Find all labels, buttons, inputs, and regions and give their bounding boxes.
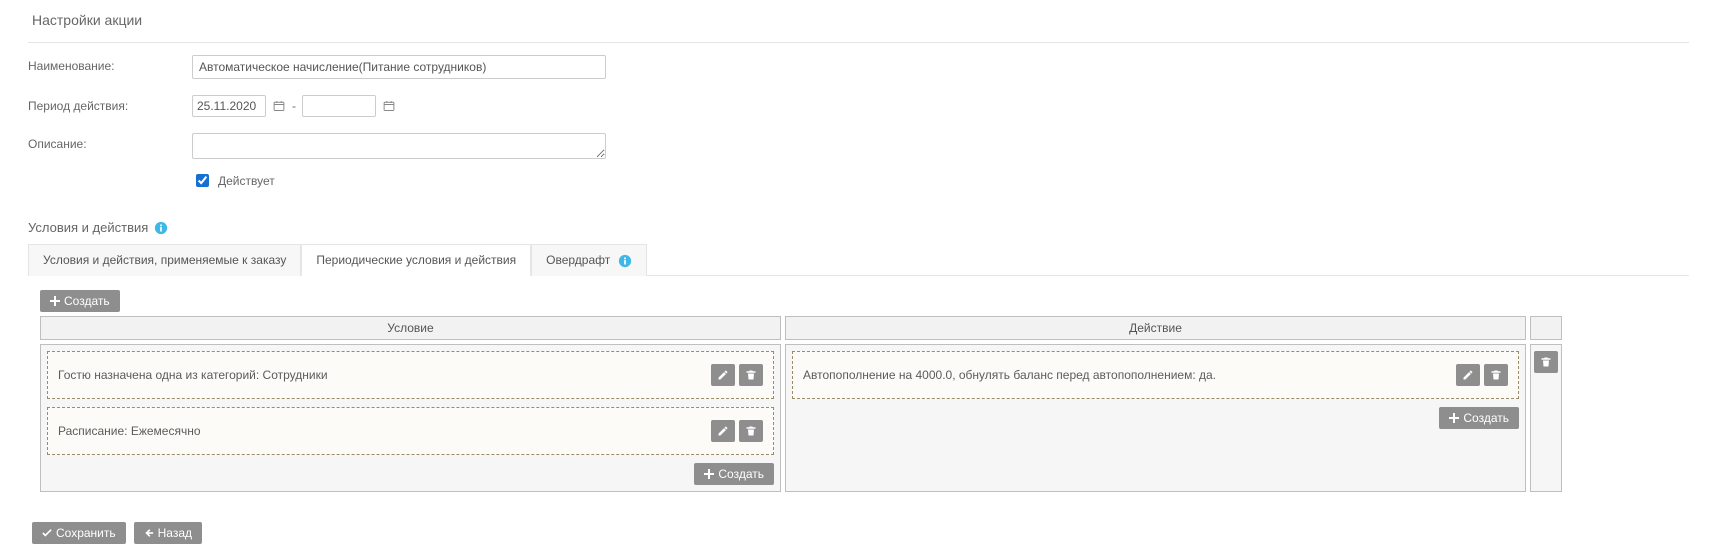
tab-order[interactable]: Условия и действия, применяемые к заказу — [28, 244, 301, 276]
back-button[interactable]: Назад — [134, 522, 202, 544]
trash-icon — [1540, 356, 1552, 368]
create-button-label: Создать — [718, 467, 764, 481]
create-button-label: Создать — [64, 294, 110, 308]
edit-icon — [717, 425, 729, 437]
delete-button[interactable] — [739, 364, 763, 386]
action-text: Автопополнение на 4000.0, обнулять балан… — [803, 368, 1216, 382]
period-to-input[interactable] — [302, 95, 376, 117]
condition-item: Гостю назначена одна из категорий: Сотру… — [47, 351, 774, 399]
name-label: Наименование: — [28, 55, 192, 73]
check-icon — [42, 528, 52, 538]
info-icon — [618, 254, 632, 268]
edit-button[interactable] — [711, 364, 735, 386]
condition-text: Гостю назначена одна из категорий: Сотру… — [58, 368, 328, 382]
trash-icon — [1490, 369, 1502, 381]
col-action-header: Действие — [785, 316, 1526, 340]
action-item: Автопополнение на 4000.0, обнулять балан… — [792, 351, 1519, 399]
condition-text: Расписание: Ежемесячно — [58, 424, 201, 438]
edit-button[interactable] — [1456, 364, 1480, 386]
active-checkbox[interactable] — [196, 174, 209, 187]
tab-overdraft[interactable]: Овердрафт — [531, 244, 646, 276]
tabs: Условия и действия, применяемые к заказу… — [28, 243, 1689, 276]
condition-cell: Гостю назначена одна из категорий: Сотру… — [40, 344, 781, 492]
create-action-button[interactable]: Создать — [1439, 407, 1519, 429]
condition-item: Расписание: Ежемесячно — [47, 407, 774, 455]
delete-row-button[interactable] — [1534, 351, 1558, 373]
back-button-label: Назад — [158, 526, 192, 540]
tab-periodic[interactable]: Периодические условия и действия — [301, 244, 531, 276]
delete-button[interactable] — [739, 420, 763, 442]
save-button-label: Сохранить — [56, 526, 116, 540]
period-from-input[interactable] — [192, 95, 266, 117]
edit-icon — [1462, 369, 1474, 381]
description-label: Описание: — [28, 133, 192, 151]
plus-icon — [704, 469, 714, 479]
period-separator: - — [292, 99, 296, 113]
calendar-icon[interactable] — [382, 99, 396, 113]
trash-icon — [745, 425, 757, 437]
edit-button[interactable] — [711, 420, 735, 442]
description-input[interactable] — [192, 133, 606, 159]
plus-icon — [1449, 413, 1459, 423]
create-condition-button[interactable]: Создать — [694, 463, 774, 485]
delete-button[interactable] — [1484, 364, 1508, 386]
create-button-label: Создать — [1463, 411, 1509, 425]
action-cell: Автопополнение на 4000.0, обнулять балан… — [785, 344, 1526, 492]
back-icon — [144, 528, 154, 538]
section-title: Настройки акции — [32, 12, 1689, 28]
info-icon — [154, 221, 168, 235]
create-row-button[interactable]: Создать — [40, 290, 120, 312]
edit-icon — [717, 369, 729, 381]
tab-overdraft-label: Овердрафт — [546, 253, 610, 267]
col-side-header — [1530, 316, 1562, 340]
conditions-section-title: Условия и действия — [28, 220, 148, 235]
save-button[interactable]: Сохранить — [32, 522, 126, 544]
period-label: Период действия: — [28, 95, 192, 113]
plus-icon — [50, 296, 60, 306]
trash-icon — [745, 369, 757, 381]
row-side-cell — [1530, 344, 1562, 492]
active-label: Действует — [218, 174, 275, 188]
calendar-icon[interactable] — [272, 99, 286, 113]
name-input[interactable] — [192, 55, 606, 79]
col-condition-header: Условие — [40, 316, 781, 340]
